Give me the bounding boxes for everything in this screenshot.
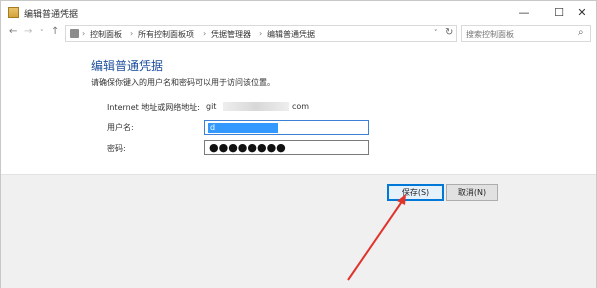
up-arrow-icon[interactable]: ↑ [51, 26, 59, 37]
minimize-button[interactable]: — [506, 1, 542, 23]
credential-manager-icon [8, 7, 19, 18]
button-bar: 保存(S) 取消(N) [1, 174, 596, 288]
address-label: Internet 地址或网络地址: [107, 103, 201, 112]
credential-form: 编辑普通凭据 请确保你键入的用户名和密码可以用于访问该位置。 Internet … [1, 44, 596, 174]
password-field[interactable]: ●●●●●●●● [204, 140, 369, 155]
back-arrow-icon[interactable]: ← [9, 26, 17, 37]
cancel-button[interactable]: 取消(N) [446, 184, 498, 201]
password-label: 密码: [107, 144, 126, 153]
address-value-suffix: com [292, 102, 310, 111]
address-redacted [223, 102, 289, 111]
breadcrumb-separator: › [82, 29, 86, 38]
close-button[interactable]: ✕ [568, 1, 596, 23]
breadcrumb-separator: › [203, 29, 207, 38]
breadcrumb-edit-credential[interactable]: 编辑普通凭据 [267, 29, 315, 40]
window-title: 编辑普通凭据 [24, 10, 79, 20]
breadcrumb-separator: › [130, 29, 134, 38]
page-title: 编辑普通凭据 [91, 59, 164, 73]
password-masked-value: ●●●●●●●● [209, 141, 286, 154]
save-button[interactable]: 保存(S) [387, 184, 444, 201]
control-panel-icon [70, 29, 79, 38]
username-field[interactable]: d [204, 120, 369, 135]
forward-arrow-icon[interactable]: → [24, 26, 32, 37]
address-value-prefix: git [206, 102, 217, 111]
search-input[interactable] [466, 28, 574, 40]
title-bar: 编辑普通凭据 — ☐ ✕ [1, 1, 596, 25]
form-description: 请确保你键入的用户名和密码可以用于访问该位置。 [91, 78, 275, 87]
address-bar[interactable]: › 控制面板 › 所有控制面板项 › 凭据管理器 › 编辑普通凭据 ˅ ↻ [65, 25, 457, 42]
refresh-icon[interactable]: ↻ [445, 27, 453, 38]
breadcrumb-control-panel[interactable]: 控制面板 [90, 29, 122, 40]
recent-locations-chevron-icon[interactable]: ˅ [40, 29, 44, 37]
breadcrumb-credential-manager[interactable]: 凭据管理器 [211, 29, 251, 40]
username-label: 用户名: [107, 123, 134, 132]
search-box[interactable]: ⌕ [461, 25, 591, 42]
breadcrumb-all-items[interactable]: 所有控制面板项 [138, 29, 194, 40]
address-dropdown-icon[interactable]: ˅ [434, 29, 438, 37]
credential-edit-window: 编辑普通凭据 — ☐ ✕ ← → ˅ ↑ › 控制面板 › 所有控制面板项 › … [0, 0, 597, 288]
search-icon[interactable]: ⌕ [578, 27, 584, 38]
username-selected-text: d [208, 123, 278, 133]
navigation-bar: ← → ˅ ↑ › 控制面板 › 所有控制面板项 › 凭据管理器 › 编辑普通凭… [1, 25, 596, 43]
breadcrumb-separator: › [259, 29, 263, 38]
